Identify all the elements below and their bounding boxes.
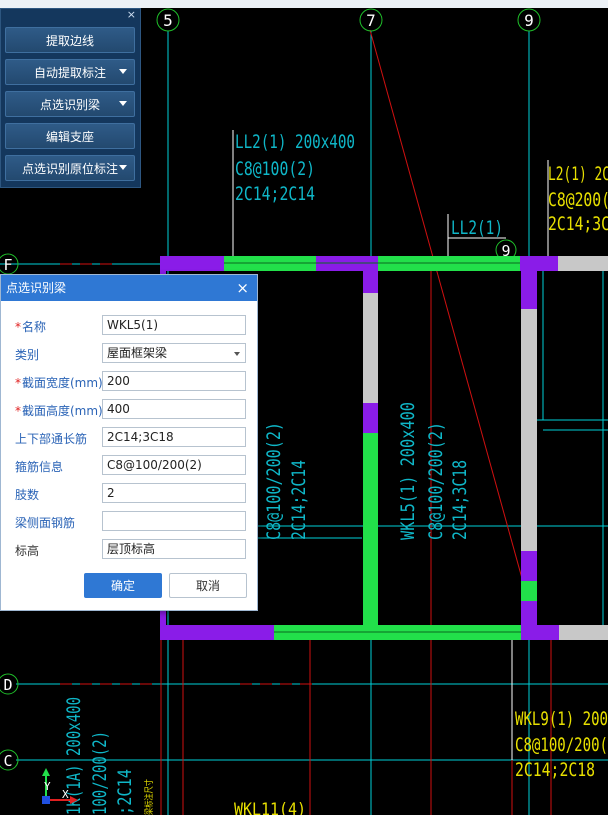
- field-row-category: 类别 屋面框架梁: [1, 343, 259, 365]
- stirrup-input[interactable]: C8@100/200(2): [102, 455, 246, 475]
- auto-extract-annotation-button[interactable]: 自动提取标注: [5, 59, 135, 85]
- pick-identify-in-situ-label: 点选识别原位标注: [21, 161, 118, 176]
- field-row-height: *截面高度(mm) 400: [1, 399, 259, 421]
- left-stirrup-text: C8@100/200(2): [263, 422, 285, 540]
- side-bars-input[interactable]: [102, 511, 246, 531]
- ok-button-label: 确定: [110, 579, 135, 593]
- left-bars-text: 2C14;2C14: [288, 460, 310, 540]
- wkl9-stirrup-text: C8@100/200(: [515, 734, 608, 756]
- chevron-down-icon[interactable]: [119, 165, 127, 170]
- field-row-side-bars: 梁侧面钢筋: [1, 511, 259, 533]
- long-bars-input[interactable]: 2C14;3C18: [102, 427, 246, 447]
- tool-panel: × 提取边线 自动提取标注 点选识别梁 编辑支座 点选识别原位标注: [0, 8, 141, 188]
- pick-identify-in-situ-button[interactable]: 点选识别原位标注: [5, 155, 135, 181]
- extract-edge-label: 提取边线: [45, 33, 94, 48]
- axis-label-F: F: [3, 256, 12, 274]
- extract-edge-button[interactable]: 提取边线: [5, 27, 135, 53]
- dialog-title: 点选识别梁: [6, 281, 67, 295]
- ll2-short-text: LL2(1): [451, 217, 503, 239]
- section-width-input[interactable]: 200: [102, 371, 246, 391]
- ll2-stirrup-text: C8@100(2): [235, 158, 315, 180]
- chevron-down-icon[interactable]: [119, 101, 127, 106]
- dialog-close-icon[interactable]: ×: [236, 275, 249, 301]
- field-label-legs: 肢数: [15, 488, 40, 502]
- beam-v9-purple-mid: [521, 551, 537, 581]
- beam-v9-purple-low: [521, 601, 537, 625]
- field-row-stirrup: 箍筋信息 C8@100/200(2): [1, 455, 259, 477]
- beam-v7-green: [363, 433, 378, 625]
- axis-label-C: C: [3, 752, 12, 770]
- category-select[interactable]: 屋面框架梁: [102, 343, 246, 363]
- chevron-down-icon[interactable]: [119, 69, 127, 74]
- axis-label-7: 7: [366, 11, 376, 30]
- bottom-small-text: 梁标注尺寸: [143, 779, 155, 815]
- field-label-side-bars: 梁侧面钢筋: [15, 516, 76, 530]
- field-label-stirrup: 箍筋信息: [15, 460, 64, 474]
- edit-support-label: 编辑支座: [45, 129, 94, 144]
- ucs-y-label: Y: [44, 780, 51, 793]
- bottom-bars-text: ;2C14: [114, 769, 136, 815]
- ll2-bars-text: 2C14;2C14: [235, 183, 315, 205]
- elevation-input[interactable]: 层顶标高: [102, 539, 246, 559]
- l2-right-bars-text: 2C14;3C: [548, 213, 608, 235]
- chevron-down-icon[interactable]: [234, 352, 240, 356]
- wkl11-text: WKL11(4): [234, 800, 306, 815]
- dialog-title-bar[interactable]: 点选识别梁 ×: [1, 275, 257, 301]
- field-label-category: 类别: [15, 348, 40, 362]
- wkl9-title-text: WKL9(1) 200: [515, 708, 608, 730]
- field-row-elevation: 标高 层顶标高: [1, 539, 259, 561]
- cancel-button[interactable]: 取消: [169, 573, 247, 598]
- beam-bottom-gray-right: [559, 625, 608, 640]
- ok-button[interactable]: 确定: [84, 573, 162, 598]
- beam-top-purple-left: [160, 256, 224, 271]
- tool-panel-close-icon[interactable]: ×: [127, 8, 136, 21]
- beam-v7-gray: [363, 293, 378, 403]
- auto-extract-annotation-label: 自动提取标注: [33, 65, 106, 80]
- axis-label-D: D: [3, 676, 12, 694]
- section-height-input[interactable]: 400: [102, 399, 246, 419]
- top-strip: [0, 0, 608, 8]
- axis-label-5: 5: [163, 11, 173, 30]
- field-label-width: *截面宽度(mm): [15, 376, 103, 390]
- edit-support-button[interactable]: 编辑支座: [5, 123, 135, 149]
- wkl5-stirrup-text: C8@100/200(2): [425, 422, 447, 540]
- pick-identify-beam-label: 点选识别梁: [39, 97, 100, 112]
- field-label-height: *截面高度(mm): [15, 404, 103, 418]
- l2-right-stirrup-text: C8@200(: [548, 189, 608, 211]
- field-row-legs: 肢数 2: [1, 483, 259, 505]
- wkl9-bars-text: 2C14;2C18: [515, 759, 595, 781]
- cancel-button-label: 取消: [195, 579, 220, 593]
- axis-label-9: 9: [524, 11, 534, 30]
- field-row-long-bars: 上下部通长筋 2C14;3C18: [1, 427, 259, 449]
- field-row-name: *名称 WKL5(1): [1, 315, 259, 337]
- beam-v7-purple-top: [363, 271, 378, 293]
- beam-top-purple-right: [520, 256, 558, 271]
- beam-v7-purple-mid: [363, 403, 378, 433]
- l2-right-title-text: L2(1) 2C: [548, 163, 608, 185]
- beam-v9-gray: [521, 309, 537, 551]
- field-label-name: *名称: [15, 320, 47, 334]
- field-row-width: *截面宽度(mm) 200: [1, 371, 259, 393]
- beam-bottom-purple-right: [521, 625, 559, 640]
- beam-v9-green: [521, 581, 537, 601]
- wkl5-bars-text: 2C14;3C18: [449, 460, 471, 540]
- legs-input[interactable]: 2: [102, 483, 246, 503]
- wkl5-title-text: WKL5(1) 200x400: [397, 402, 419, 540]
- name-input[interactable]: WKL5(1): [102, 315, 246, 335]
- bottom-stirrup-text: 100/200(2): [89, 731, 111, 815]
- beam-top-gray-right: [558, 256, 608, 271]
- ll2-title-text: LL2(1) 200x400: [235, 131, 355, 153]
- ucs-x-label: X: [62, 788, 69, 801]
- beam-bottom-purple-left: [160, 625, 274, 640]
- pick-identify-beam-button[interactable]: 点选识别梁: [5, 91, 135, 117]
- beam-v9-purple-top: [521, 271, 537, 309]
- category-select-value: 屋面框架梁: [107, 346, 168, 360]
- field-label-elevation: 标高: [15, 544, 40, 558]
- pick-identify-beam-dialog: 点选识别梁 × *名称 WKL5(1) 类别 屋面框架梁 *截面宽度(mm) 2…: [0, 274, 258, 611]
- field-label-long-bars: 上下部通长筋: [15, 432, 88, 446]
